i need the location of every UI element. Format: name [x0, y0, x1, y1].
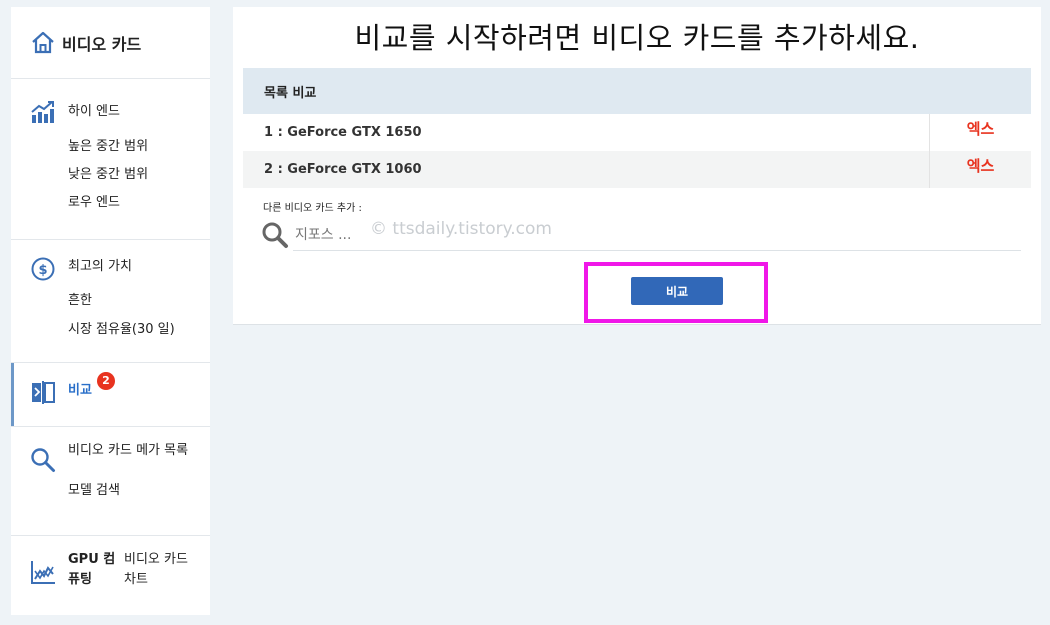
- search-icon: [31, 448, 55, 472]
- sidebar-item-model-search[interactable]: 모델 검색: [68, 477, 210, 505]
- table-header: 목록 비교: [243, 68, 1031, 114]
- compare-button[interactable]: 비교: [631, 277, 723, 305]
- compare-count-badge: 2: [97, 372, 115, 390]
- sidebar-item-market-share[interactable]: 시장 점유율(30 일): [68, 316, 210, 344]
- compare-panel: 비교를 시작하려면 비디오 카드를 추가하세요. 목록 비교 1 : GeFor…: [233, 7, 1041, 325]
- sidebar-item-compare[interactable]: 비교: [30, 379, 210, 405]
- sidebar-item-best-value[interactable]: $ 최고의 가치: [30, 256, 210, 282]
- table-row: 1 : GeForce GTX 1650 엑스: [243, 114, 1031, 151]
- svg-text:$: $: [38, 263, 47, 278]
- sidebar-item-high-end[interactable]: 하이 엔드: [30, 99, 210, 125]
- add-card-label: 다른 비디오 카드 추가 :: [263, 203, 362, 214]
- compare-icon: [32, 381, 55, 404]
- sidebar-title-high-end: 하이 엔드: [68, 104, 120, 119]
- section-gpu: GPU 컴퓨팅 비디오 카드 차트: [11, 536, 210, 615]
- sidebar-item-low-end[interactable]: 로우 엔드: [68, 189, 210, 217]
- sidebar-item-common[interactable]: 흔한: [68, 286, 210, 316]
- sidebar-item-lower-mid[interactable]: 낮은 중간 범위: [68, 161, 210, 189]
- chart-up-icon: [31, 101, 54, 123]
- section-value: $ 최고의 가치 흔한 시장 점유율(30 일): [11, 240, 210, 363]
- page-title: 비교를 시작하려면 비디오 카드를 추가하세요.: [354, 21, 920, 55]
- sidebar-item-mega-list[interactable]: 비디오 카드 메가 목록: [30, 441, 210, 473]
- remove-button[interactable]: 엑스: [929, 114, 1031, 151]
- sidebar-title-gpu-computing: GPU 컴퓨팅: [68, 552, 116, 587]
- line-chart-icon: [31, 561, 55, 584]
- sidebar-item-gpu[interactable]: GPU 컴퓨팅 비디오 카드 차트: [30, 550, 210, 590]
- section-compare[interactable]: 비교 2: [11, 363, 210, 427]
- card-name: 1 : GeForce GTX 1650: [264, 125, 422, 140]
- section-mega-list: 비디오 카드 메가 목록 모델 검색: [11, 427, 210, 536]
- home-icon: [32, 31, 54, 53]
- remove-button[interactable]: 엑스: [929, 151, 1031, 188]
- section-high-end: 하이 엔드 높은 중간 범위 낮은 중간 범위 로우 엔드: [11, 79, 210, 240]
- dollar-icon: $: [31, 257, 55, 281]
- sidebar-title-mega-list: 비디오 카드 메가 목록: [68, 443, 189, 458]
- sidebar-title-value: 최고의 가치: [68, 259, 132, 274]
- sidebar-item-upper-mid[interactable]: 높은 중간 범위: [68, 133, 210, 161]
- sidebar: 비디오 카드 하이 엔드 높은 중간 범위 낮은 중간 범위 로우 엔드 $ 최…: [11, 7, 210, 615]
- compare-table: 목록 비교 1 : GeForce GTX 1650 엑스 2 : GeForc…: [243, 68, 1031, 188]
- brand-title: 비디오 카드: [62, 34, 142, 54]
- sidebar-title-compare: 비교: [68, 383, 92, 398]
- card-name: 2 : GeForce GTX 1060: [264, 162, 422, 177]
- search-icon: [262, 222, 288, 248]
- table-row: 2 : GeForce GTX 1060 엑스: [243, 151, 1031, 188]
- sidebar-brand[interactable]: 비디오 카드: [11, 7, 210, 79]
- sidebar-title-chart[interactable]: 비디오 카드 차트: [124, 550, 194, 590]
- watermark: © ttsdaily.tistory.com: [370, 219, 552, 239]
